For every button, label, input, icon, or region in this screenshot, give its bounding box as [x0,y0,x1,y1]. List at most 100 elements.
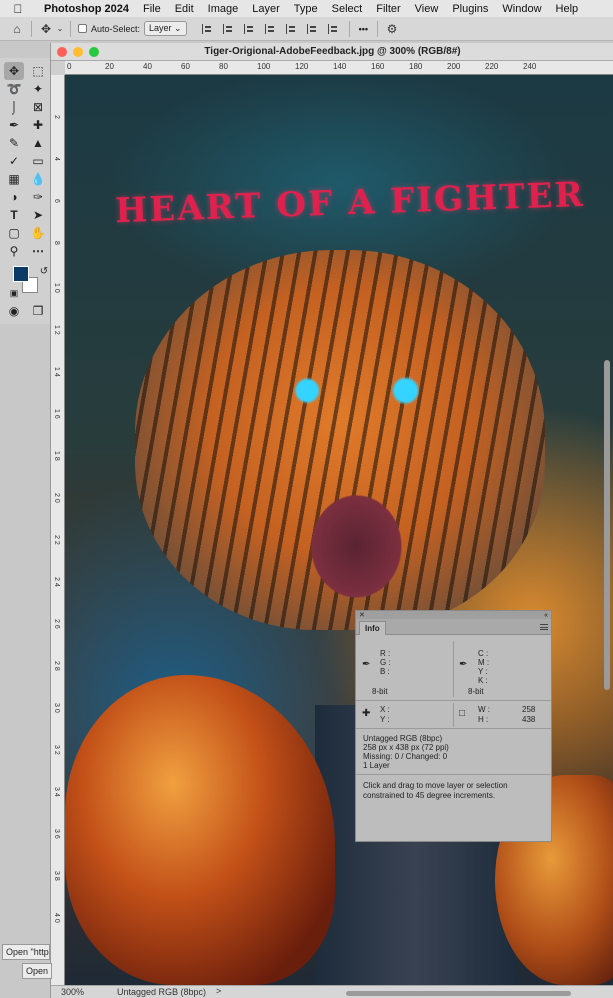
dodge-tool-icon[interactable]: ◑ [4,188,24,206]
k-label: K : [478,676,488,685]
auto-select-dropdown[interactable]: Layer ⌄ [144,21,187,36]
align-top-icon[interactable] [264,23,276,34]
menu-window[interactable]: Window [502,3,541,15]
menu-layer[interactable]: Layer [252,3,280,15]
w-label: W : [478,705,490,714]
more-options-button[interactable]: ••• [359,24,368,34]
blur-tool-icon[interactable]: 💧 [28,170,48,188]
gear-icon[interactable]: ⚙ [383,20,401,38]
ruler-tick: 1 8 [53,451,60,461]
hand-tool-icon[interactable]: ✋ [28,224,48,242]
default-colors-icon[interactable]: ▣ [4,284,24,302]
frame-tool-icon[interactable]: ⊠ [28,98,48,116]
document-window: Tiger-Origional-AdobeFeedback.jpg @ 300%… [50,43,613,998]
vertical-ruler[interactable]: 2 4 6 8 1 0 1 2 1 4 1 6 1 8 2 0 2 2 2 4 … [51,75,65,985]
divider [31,20,32,37]
ruler-tick: 3 6 [53,829,60,839]
menu-image[interactable]: Image [208,3,239,15]
bit-depth-right: 8-bit [468,687,484,696]
pen-tool-icon[interactable]: ✑ [28,188,48,206]
doc-info-line: 1 Layer [363,761,390,770]
ruler-tick: 2 2 [53,535,60,545]
lasso-tool-icon[interactable]: ➰ [4,80,24,98]
history-brush-tool-icon[interactable]: ✓ [4,152,24,170]
tooltip: Open [22,963,52,979]
c-label: C : [478,649,489,658]
ruler-tick: 60 [181,62,190,71]
eraser-tool-icon[interactable]: ▭ [28,152,48,170]
info-panel: ✕ « Info ✒ R : G : B : 8-bit ✒ C : M : Y… [355,610,552,842]
panel-menu-icon[interactable] [540,624,548,630]
boxing-glove-left-artwork [65,675,335,985]
rectangle-tool-icon[interactable]: ▢ [4,224,24,242]
menu-edit[interactable]: Edit [175,3,194,15]
home-icon[interactable]: ⌂ [8,20,26,38]
auto-select-label: Auto-Select: [91,23,141,34]
document-title: Tiger-Origional-AdobeFeedback.jpg @ 300%… [204,46,461,57]
artwork-headline: HEART OF A FIGHTER [114,174,586,232]
menu-view[interactable]: View [415,3,439,15]
zoom-tool-icon[interactable]: ⚲ [4,242,24,260]
type-tool-icon[interactable]: T [4,206,24,224]
foreground-color-swatch[interactable] [13,266,29,282]
tab-info[interactable]: Info [359,621,386,635]
align-middle-icon[interactable] [285,23,297,34]
collapse-panel-icon[interactable]: « [544,612,548,619]
more-tools-icon[interactable]: ⋯ [28,242,48,260]
ruler-tick: 2 4 [53,577,60,587]
menu-type[interactable]: Type [294,3,318,15]
quick-mask-icon[interactable]: ◉ [4,302,24,320]
horizontal-scrollbar[interactable] [346,991,571,996]
move-tool-icon[interactable]: ✥ [4,62,24,80]
ruler-tick: 2 6 [53,619,60,629]
healing-brush-tool-icon[interactable]: ✚ [28,116,48,134]
auto-select-checkbox[interactable] [78,24,87,33]
ruler-tick: 200 [447,62,461,71]
zoom-level[interactable]: 300% [61,987,84,997]
y-cmyk-label: Y : [478,667,488,676]
vertical-scrollbar[interactable] [604,360,610,690]
crop-tool-icon[interactable]: ⌡ [4,98,24,116]
move-tool-preset-icon[interactable]: ✥ [37,20,55,38]
g-label: G : [380,658,391,667]
distribute-icon[interactable] [327,23,339,34]
color-readout: ✒ R : G : B : 8-bit ✒ C : M : Y : K : 8-… [356,637,551,701]
status-menu-arrow[interactable]: > [216,986,221,996]
eyedropper-tool-icon[interactable]: ✒ [4,116,24,134]
ruler-tick: 2 8 [53,661,60,671]
info-panel-tabbar: Info [356,619,551,635]
tool-hint: Click and drag to move layer or selectio… [363,781,508,800]
horizontal-ruler[interactable]: 0 20 40 60 80 100 120 140 160 180 200 22… [65,61,613,75]
ruler-tick: 6 [53,199,60,203]
path-selection-tool-icon[interactable]: ➤ [28,206,48,224]
bit-depth-left: 8-bit [372,687,388,696]
align-left-icon[interactable] [201,23,213,34]
menu-plugins[interactable]: Plugins [452,3,488,15]
screen-mode-icon[interactable]: ❐ [28,302,48,320]
magic-wand-tool-icon[interactable]: ✦ [28,80,48,98]
h-value: 438 [522,715,536,724]
align-center-icon[interactable] [222,23,234,34]
r-label: R : [380,649,391,658]
m-label: M : [478,658,490,667]
close-panel-icon[interactable]: ✕ [359,611,365,619]
ruler-tick: 160 [371,62,385,71]
menu-help[interactable]: Help [556,3,579,15]
stamp-tool-icon[interactable]: ▲ [28,134,48,152]
chevron-down-icon[interactable]: ⌄ [55,20,65,38]
align-bottom-icon[interactable] [306,23,318,34]
menu-app-name[interactable]: Photoshop 2024 [44,3,129,15]
menu-select[interactable]: Select [332,3,363,15]
image-canvas[interactable]: HEART OF A FIGHTER [65,75,613,985]
menu-filter[interactable]: Filter [376,3,400,15]
menu-file[interactable]: File [143,3,161,15]
status-bar: 300% Untagged RGB (8bpc) > [51,985,613,998]
eyedropper-icon: ✒ [459,659,468,670]
apple-menu-icon[interactable]:  [8,2,28,16]
gradient-tool-icon[interactable]: ▦ [4,170,24,188]
align-right-icon[interactable] [243,23,255,34]
ruler-tick: 8 [53,241,60,245]
marquee-tool-icon[interactable]: ⬚ [28,62,48,80]
ruler-tick: 3 2 [53,745,60,755]
brush-tool-icon[interactable]: ✎ [4,134,24,152]
